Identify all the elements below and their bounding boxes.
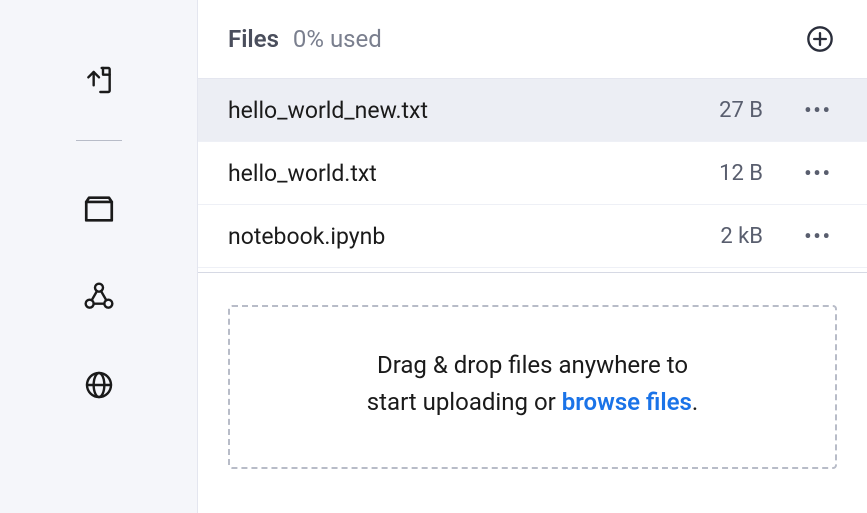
file-size: 2 kB bbox=[703, 224, 763, 249]
file-menu-button[interactable]: ••• bbox=[799, 158, 837, 188]
file-row[interactable]: notebook.ipynb 2 kB ••• bbox=[198, 205, 867, 268]
file-list: hello_world_new.txt 27 B ••• hello_world… bbox=[198, 79, 867, 273]
file-size: 12 B bbox=[703, 161, 763, 186]
dropzone-suffix: . bbox=[692, 388, 698, 416]
sidebar-divider bbox=[76, 140, 122, 141]
file-dropzone[interactable]: Drag & drop files anywhere to start uplo… bbox=[228, 305, 837, 469]
dropzone-text: Drag & drop files anywhere to start uplo… bbox=[260, 347, 805, 421]
dropzone-line2-prefix: start uploading or bbox=[367, 388, 562, 416]
file-menu-button[interactable]: ••• bbox=[799, 95, 837, 125]
files-title: Files bbox=[228, 25, 279, 53]
list-divider bbox=[198, 272, 867, 273]
share-nodes-icon[interactable] bbox=[79, 277, 119, 317]
file-row[interactable]: hello_world.txt 12 B ••• bbox=[198, 142, 867, 205]
add-file-button[interactable] bbox=[803, 22, 837, 56]
file-name: hello_world_new.txt bbox=[228, 97, 703, 124]
browse-files-link[interactable]: browse files bbox=[562, 388, 692, 416]
files-usage-text: 0% used bbox=[293, 25, 803, 53]
file-name: notebook.ipynb bbox=[228, 223, 703, 250]
file-size: 27 B bbox=[703, 98, 763, 123]
files-header: Files 0% used bbox=[198, 0, 867, 79]
main-panel: Files 0% used hello_world_new.txt 27 B •… bbox=[198, 0, 867, 513]
folder-icon[interactable] bbox=[79, 189, 119, 229]
file-menu-button[interactable]: ••• bbox=[799, 221, 837, 251]
upload-file-icon[interactable] bbox=[79, 60, 119, 100]
file-row[interactable]: hello_world_new.txt 27 B ••• bbox=[198, 79, 867, 142]
sidebar bbox=[0, 0, 198, 513]
globe-icon[interactable] bbox=[79, 365, 119, 405]
dropzone-line1: Drag & drop files anywhere to bbox=[377, 351, 688, 379]
file-name: hello_world.txt bbox=[228, 160, 703, 187]
